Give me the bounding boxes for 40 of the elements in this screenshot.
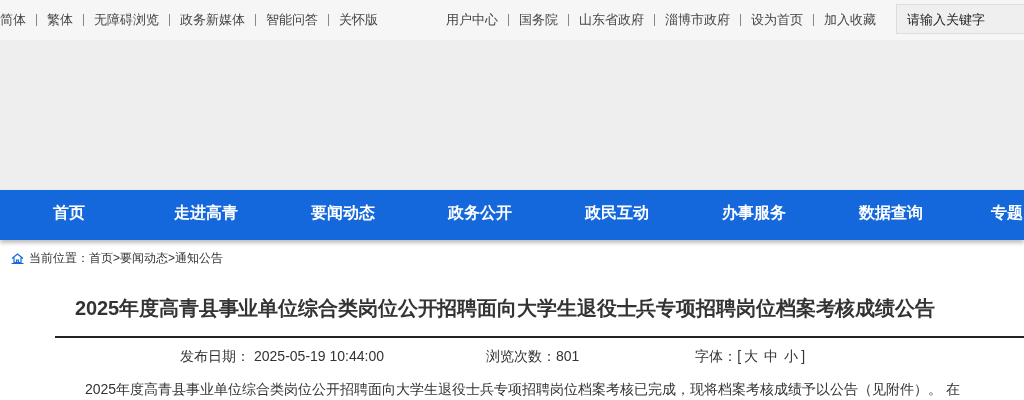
nav-link[interactable]: 专题 xyxy=(959,190,1023,240)
breadcrumb-link[interactable]: 要闻动态 xyxy=(120,249,168,267)
breadcrumb-link[interactable]: 首页 xyxy=(89,249,113,267)
top-link[interactable]: 政务新媒体 xyxy=(180,10,245,30)
font-size-label: 字体： xyxy=(695,347,738,366)
breadcrumb-label: 当前位置： xyxy=(29,250,89,267)
date-label: 发布日期： xyxy=(180,347,250,366)
home-icon xyxy=(11,252,24,264)
top-link[interactable]: 加入收藏 xyxy=(824,10,876,30)
top-link[interactable]: 用户中心 xyxy=(446,10,498,30)
top-link[interactable]: 智能问答 xyxy=(266,10,318,30)
nav-link[interactable]: 数据查询 xyxy=(822,190,959,240)
top-link[interactable]: 国务院 xyxy=(519,10,558,30)
nav-link[interactable]: 走进高青 xyxy=(137,190,274,240)
top-link[interactable]: 设为首页 xyxy=(751,10,803,30)
bracket: ] xyxy=(801,347,806,366)
font-size-link[interactable]: 中 xyxy=(764,346,779,367)
nav-link[interactable]: 首页 xyxy=(0,190,137,240)
article-title: 2025年度高青县事业单位综合类岗位公开招聘面向大学生退役士兵专项招聘岗位档案考核成绩公告 xyxy=(75,296,936,321)
nav-link[interactable]: 政务公开 xyxy=(411,190,548,240)
views-label: 浏览次数： xyxy=(486,347,556,366)
top-link[interactable]: 简体 xyxy=(0,10,26,30)
top-link[interactable]: 繁体 xyxy=(47,10,73,30)
view-count: 801 xyxy=(556,347,580,366)
top-link[interactable]: 淄博市政府 xyxy=(665,10,730,30)
font-size-link[interactable]: 小 xyxy=(784,346,799,367)
bracket: [ xyxy=(737,347,742,366)
nav-link[interactable]: 要闻动态 xyxy=(274,190,411,240)
top-link[interactable]: 无障碍浏览 xyxy=(94,10,159,30)
nav-link[interactable]: 政民互动 xyxy=(548,190,685,240)
top-link[interactable]: 关怀版 xyxy=(339,10,378,30)
publish-date: 2025-05-19 10:44:00 xyxy=(254,347,384,366)
font-size-link[interactable]: 大 xyxy=(744,346,759,367)
search-field[interactable]: 请输入关键字 xyxy=(896,4,1024,34)
breadcrumb-link[interactable]: 通知公告 xyxy=(175,249,224,267)
breadcrumb-separator: > xyxy=(168,250,176,267)
nav-link[interactable]: 办事服务 xyxy=(685,190,822,240)
breadcrumb-separator: > xyxy=(113,250,120,267)
top-link[interactable]: 山东省政府 xyxy=(579,10,644,30)
article-paragraph: 2025年度高青县事业单位综合类岗位公开招聘面向大学生退役士兵专项招聘岗位档案考核已完成，现将档案考核成绩予以公告（见附件）。 在 xyxy=(85,381,962,398)
